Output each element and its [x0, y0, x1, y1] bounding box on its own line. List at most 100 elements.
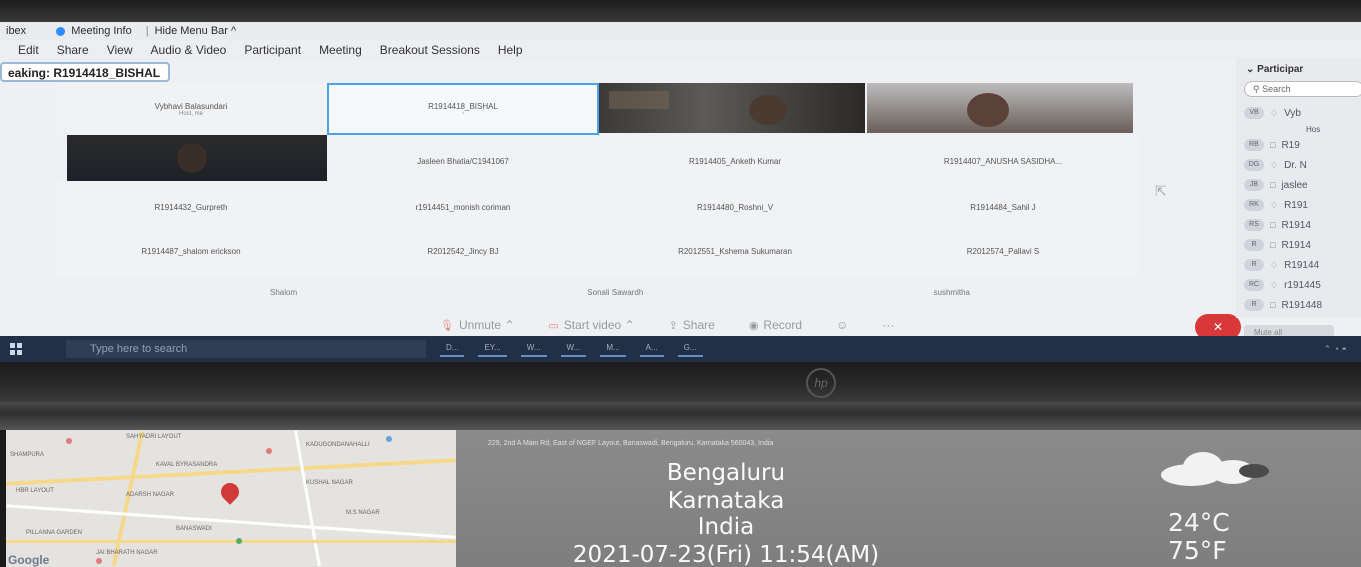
- start-video-button[interactable]: ▭ Start video ⌃: [548, 318, 634, 332]
- reactions-icon[interactable]: ☺: [836, 318, 848, 332]
- participant-sub: Hos: [1306, 124, 1321, 134]
- taskbar-item[interactable]: M...: [600, 341, 626, 357]
- google-logo: Google: [8, 553, 50, 567]
- participant-row[interactable]: R □ R1914: [1236, 235, 1361, 255]
- video-grid: Vybhavi Balasundari Host, me R1914418_BI…: [55, 83, 1139, 313]
- avatar: VB: [1244, 107, 1264, 119]
- mic-icon: ▫: [461, 110, 465, 117]
- participant-row[interactable]: R ♢ R19144: [1236, 255, 1361, 275]
- menu-view[interactable]: View: [107, 43, 133, 57]
- tile-jincy[interactable]: R2012542_Jincy BJ: [327, 225, 599, 277]
- tile-name: R1914405_Anketh Kumar: [688, 156, 782, 166]
- tile-name: Vybhavi Balasundari: [154, 101, 228, 111]
- participant-row[interactable]: RC ♢ r191445: [1236, 275, 1361, 295]
- location-overlay: 229, 2nd A Main Rd, East of NGEF Layout,…: [456, 430, 1361, 567]
- system-tray[interactable]: ⌃ ◔ ◓: [1324, 344, 1347, 355]
- participant-name: R19: [1281, 139, 1300, 151]
- participants-panel: ⌄ Participar ⚲ Search VB ♢ Vyb Hos RB □ R19 …: [1236, 58, 1361, 341]
- mic-icon: ♢: [1270, 199, 1279, 210]
- participant-name: R1914: [1281, 219, 1311, 231]
- tile-bishal[interactable]: R1914418_BISHAL ▫: [327, 83, 599, 135]
- avatar: RK: [1244, 199, 1264, 211]
- map-label: KAVAL BYRASANDRA: [156, 462, 218, 468]
- tile-shalom-erickson[interactable]: R1914487_shalom erickson: [55, 225, 327, 277]
- menu-participant[interactable]: Participant: [244, 43, 301, 57]
- avatar: RS: [1244, 219, 1264, 231]
- camera-off-icon: ▭: [548, 320, 559, 332]
- tile-name: Jasleen Bhatia/C1941067: [417, 156, 509, 166]
- tile-vybhavi[interactable]: Vybhavi Balasundari Host, me: [55, 83, 327, 135]
- search-label: Search: [1262, 84, 1291, 94]
- map-poi: [266, 448, 272, 454]
- tile-name: R1914418_BISHAL: [428, 101, 498, 111]
- temperature-celsius: 24°C: [1168, 508, 1230, 537]
- tile-anketh[interactable]: R1914405_Anketh Kumar: [599, 135, 871, 187]
- windows-start-icon[interactable]: [10, 343, 22, 355]
- participant-row[interactable]: RK ♢ R191: [1236, 195, 1361, 215]
- tile-sushmitha[interactable]: sushmitha: [934, 288, 970, 297]
- taskbar-item[interactable]: D...: [440, 341, 465, 357]
- taskbar-item[interactable]: EY...: [478, 341, 507, 357]
- tile-name: R1914432_Gurpreth: [154, 202, 228, 212]
- video-feed-3[interactable]: [67, 135, 335, 181]
- menu-edit[interactable]: Edit: [18, 43, 39, 57]
- more-icon[interactable]: ···: [882, 318, 894, 332]
- taskbar-search-input[interactable]: Type here to search: [66, 340, 426, 358]
- menu-share[interactable]: Share: [57, 43, 89, 57]
- unmute-button[interactable]: 🎙 Unmute ⌃: [440, 318, 514, 332]
- video-feed-2[interactable]: [867, 83, 1133, 133]
- location-map: SAHYADRI LAYOUT SHAMPURA KAVAL BYRASANDR…: [6, 430, 456, 567]
- tile-shalom[interactable]: Shalom: [270, 288, 297, 297]
- taskbar-item[interactable]: W...: [560, 341, 587, 357]
- meeting-info-button[interactable]: Meeting Info: [71, 25, 132, 37]
- address-text: 229, 2nd A Main Rd, East of NGEF Layout,…: [488, 440, 774, 447]
- avatar: R: [1244, 259, 1264, 271]
- map-label: JAI BHARATH NAGAR: [96, 550, 158, 556]
- participant-name: R191448: [1281, 299, 1323, 311]
- mouse-cursor-icon: ⇱: [1155, 183, 1167, 199]
- participant-row[interactable]: R □ R191448: [1236, 295, 1361, 315]
- tile-sonali[interactable]: Sonali Sawardh: [587, 288, 643, 297]
- map-poi: [66, 438, 72, 444]
- speaking-indicator: eaking: R1914418_BISHAL: [0, 62, 171, 82]
- participant-row[interactable]: JB □ jaslee: [1236, 175, 1361, 195]
- city-text: Bengaluru: [666, 460, 786, 486]
- record-button[interactable]: ◉ Record: [749, 318, 802, 332]
- participant-row[interactable]: RB □ R19: [1236, 135, 1361, 155]
- map-road: [294, 430, 321, 567]
- map-road: [111, 431, 145, 566]
- share-button[interactable]: ⇪ Share: [669, 318, 715, 332]
- participant-row[interactable]: DG ♢ Dr. N: [1236, 155, 1361, 175]
- video-feed-1[interactable]: [599, 83, 865, 133]
- bottom-row-names: Shalom Sonali Sawardh sushmitha: [270, 288, 970, 297]
- map-label: KUSHAL NAGAR: [306, 480, 353, 486]
- menu-breakout-sessions[interactable]: Breakout Sessions: [380, 43, 480, 57]
- tile-anusha[interactable]: R1914407_ANUSHA SASIDHA...: [867, 135, 1139, 187]
- search-icon: ⚲: [1253, 84, 1263, 94]
- avatar: JB: [1244, 179, 1264, 191]
- windows-taskbar: Type here to search D... EY... W... W...…: [0, 336, 1361, 362]
- taskbar-item[interactable]: A...: [639, 341, 664, 357]
- map-poi: [236, 538, 242, 544]
- hp-logo: hp: [806, 368, 836, 398]
- participant-row[interactable]: RS □ R1914: [1236, 215, 1361, 235]
- tile-pallavi[interactable]: R2012574_Pallavi S: [867, 225, 1139, 277]
- menu-meeting[interactable]: Meeting: [319, 43, 362, 57]
- menu-bar: Edit Share View Audio & Video Participan…: [0, 40, 1361, 60]
- taskbar-item[interactable]: G...: [677, 341, 703, 357]
- record-icon: ◉: [748, 320, 759, 332]
- tile-kshema[interactable]: R2012551_Kshema Sukumaran: [599, 225, 871, 277]
- participant-name: Vyb: [1284, 107, 1301, 119]
- menu-audio-video[interactable]: Audio & Video: [151, 43, 227, 57]
- menu-help[interactable]: Help: [498, 43, 523, 57]
- taskbar-item[interactable]: W...: [520, 341, 547, 357]
- map-poi: [386, 436, 392, 442]
- tile-jasleen[interactable]: Jasleen Bhatia/C1941067: [327, 135, 599, 187]
- map-label: KADUGONDANAHALLI: [306, 442, 370, 448]
- datetime-text: 2021-07-23(Fri) 11:54(AM): [572, 542, 880, 567]
- hide-menu-bar-button[interactable]: Hide Menu Bar ^: [155, 25, 237, 37]
- participant-row[interactable]: VB ♢ Vyb: [1236, 103, 1361, 123]
- camera-icon: □: [1270, 180, 1276, 190]
- participant-search-input[interactable]: ⚲ Search: [1244, 81, 1361, 97]
- mic-icon: ♢: [1270, 107, 1279, 118]
